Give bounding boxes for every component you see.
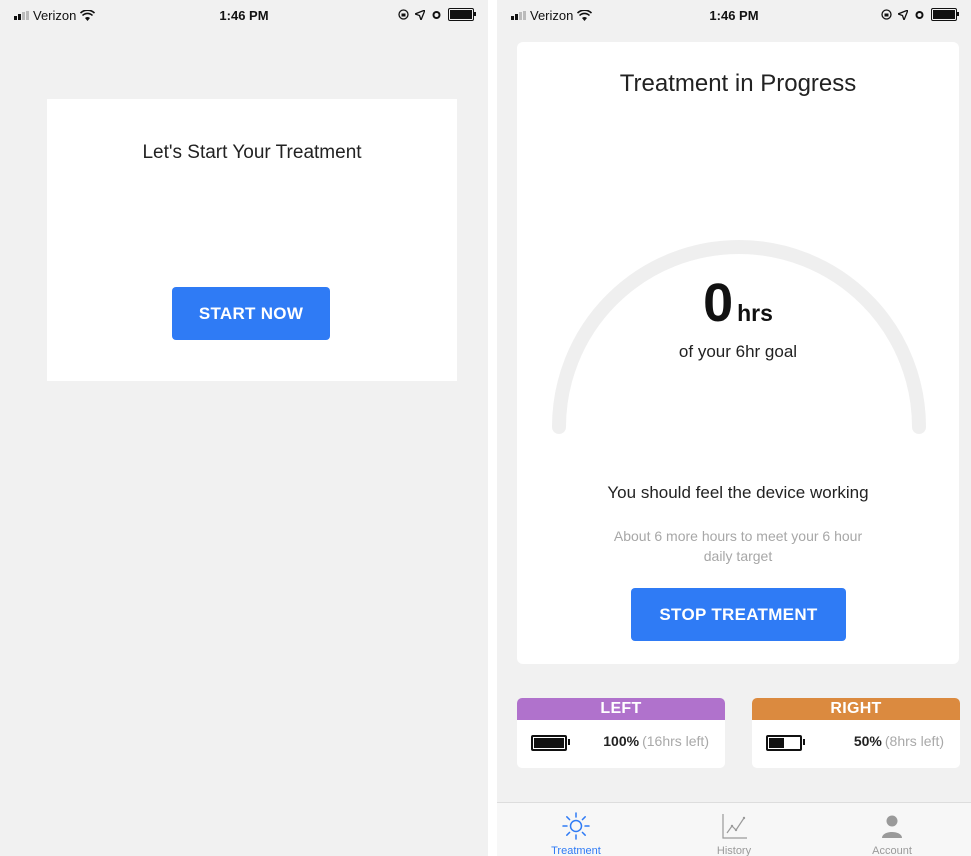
hours-unit: hrs xyxy=(737,300,773,326)
device-card-left: LEFT 100% (16hrs left) xyxy=(517,698,725,768)
stop-treatment-button[interactable]: STOP TREATMENT xyxy=(631,588,846,641)
time-left: (8hrs left) xyxy=(884,733,944,749)
device-label: RIGHT xyxy=(752,698,960,720)
time-left: (16hrs left) xyxy=(642,733,709,749)
remaining-text: About 6 more hours to meet your 6 hour d… xyxy=(613,528,863,564)
person-icon xyxy=(882,815,902,838)
status-icons xyxy=(881,8,959,21)
chart-line-icon xyxy=(722,814,747,839)
device-body: 100% (16hrs left) xyxy=(517,720,725,768)
status-bar: Verizon 1:46 PM xyxy=(497,0,971,34)
start-title: Let's Start Your Treatment xyxy=(142,142,362,163)
start-screen: Verizon 1:46 PM Let's Start Your Treatme… xyxy=(0,0,488,856)
tab-label: Account xyxy=(872,845,912,856)
battery-icon xyxy=(766,735,805,751)
alarm-icon xyxy=(432,11,441,19)
status-message: You should feel the device working xyxy=(607,483,869,502)
tab-treatment[interactable]: Treatment xyxy=(497,803,655,856)
battery-level xyxy=(534,738,564,748)
start-now-button[interactable]: START NOW xyxy=(172,287,330,340)
tab-label: History xyxy=(716,845,752,856)
location-icon xyxy=(898,9,908,20)
battery-icon xyxy=(531,735,570,751)
device-status: 100% (16hrs left) xyxy=(603,733,709,749)
location-icon xyxy=(415,9,425,20)
treatment-card: Treatment in Progress 0 hrs of your 6hr g… xyxy=(517,42,959,664)
device-status: 50% (8hrs left) xyxy=(854,733,944,749)
battery-icon xyxy=(931,8,959,21)
alarm-icon xyxy=(915,11,924,19)
sun-icon xyxy=(562,812,590,840)
status-icons xyxy=(398,8,476,21)
start-card: Let's Start Your Treatment START NOW xyxy=(47,99,457,381)
tab-account[interactable]: Account xyxy=(813,803,971,856)
hours-value: 0 xyxy=(703,273,734,333)
battery-percent: 50% xyxy=(853,733,882,749)
battery-level xyxy=(769,738,784,748)
device-card-right: RIGHT 50% (8hrs left) xyxy=(752,698,960,768)
app-root: Verizon 1:46 PM Let's Start Your Treatme… xyxy=(0,0,971,856)
progress-gauge xyxy=(552,240,926,434)
device-label: LEFT xyxy=(517,698,725,720)
tab-label: Treatment xyxy=(551,845,601,856)
rotation-lock-icon xyxy=(398,9,409,20)
rotation-lock-icon xyxy=(881,9,892,20)
battery-icon xyxy=(448,8,476,21)
tab-bar: Treatment History Account xyxy=(497,802,971,856)
status-bar: Verizon 1:46 PM xyxy=(0,0,488,34)
hours-display: 0 hrs xyxy=(517,272,959,334)
device-body: 50% (8hrs left) xyxy=(752,720,960,768)
goal-text: of your 6hr goal xyxy=(678,342,798,361)
battery-percent: 100% xyxy=(603,733,640,749)
tab-history[interactable]: History xyxy=(655,803,813,856)
treatment-screen: Verizon 1:46 PM Treatment in Progress 0h… xyxy=(497,0,971,856)
